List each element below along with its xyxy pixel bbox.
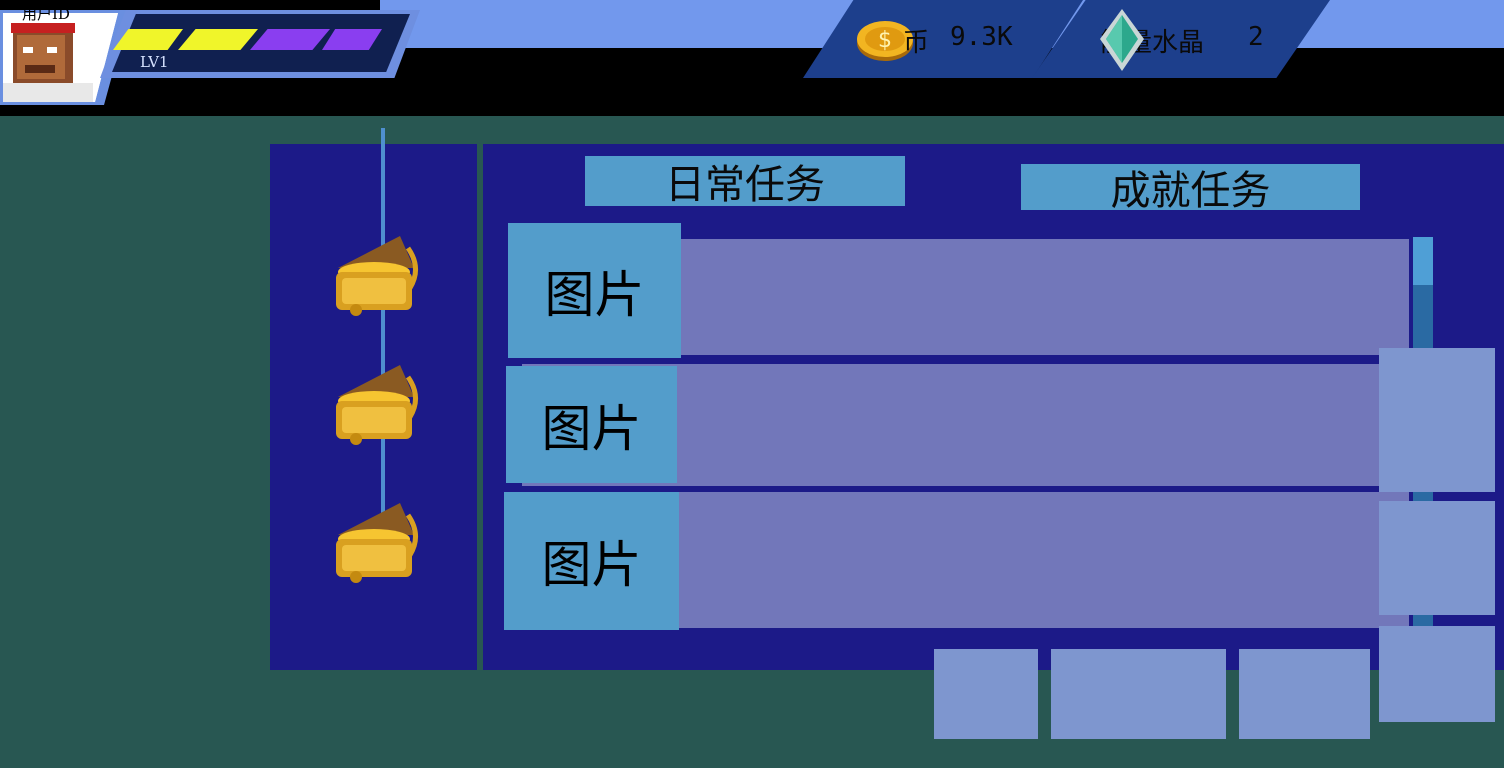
treasure-chest-icon[interactable] xyxy=(330,495,422,587)
svg-text:$: $ xyxy=(878,28,892,53)
user-id-label: 用户ID xyxy=(22,5,70,23)
coin-value: 9.3K xyxy=(950,22,1013,52)
crystal-value: 2 xyxy=(1248,22,1264,52)
task-thumbnail: 图片 xyxy=(506,366,677,483)
bottom-button[interactable] xyxy=(1051,649,1226,739)
scrollbar-thumb[interactable] xyxy=(1413,237,1433,285)
task-thumbnail: 图片 xyxy=(504,492,679,630)
bottom-button[interactable] xyxy=(1239,649,1370,739)
bottom-button[interactable] xyxy=(934,649,1038,739)
level-label: LV1 xyxy=(140,53,169,71)
tab-daily-tasks[interactable]: 日常任务 xyxy=(585,156,905,208)
side-button[interactable] xyxy=(1379,348,1495,492)
side-button[interactable] xyxy=(1379,501,1495,615)
treasure-chest-icon[interactable] xyxy=(330,228,422,320)
tab-achievement-tasks[interactable]: 成就任务 xyxy=(1021,164,1360,214)
side-button[interactable] xyxy=(1379,626,1495,722)
coin-label: 币 xyxy=(903,28,930,58)
treasure-chest-icon[interactable] xyxy=(330,357,422,449)
crystal-icon[interactable] xyxy=(1098,9,1146,71)
task-thumbnail: 图片 xyxy=(508,223,681,358)
